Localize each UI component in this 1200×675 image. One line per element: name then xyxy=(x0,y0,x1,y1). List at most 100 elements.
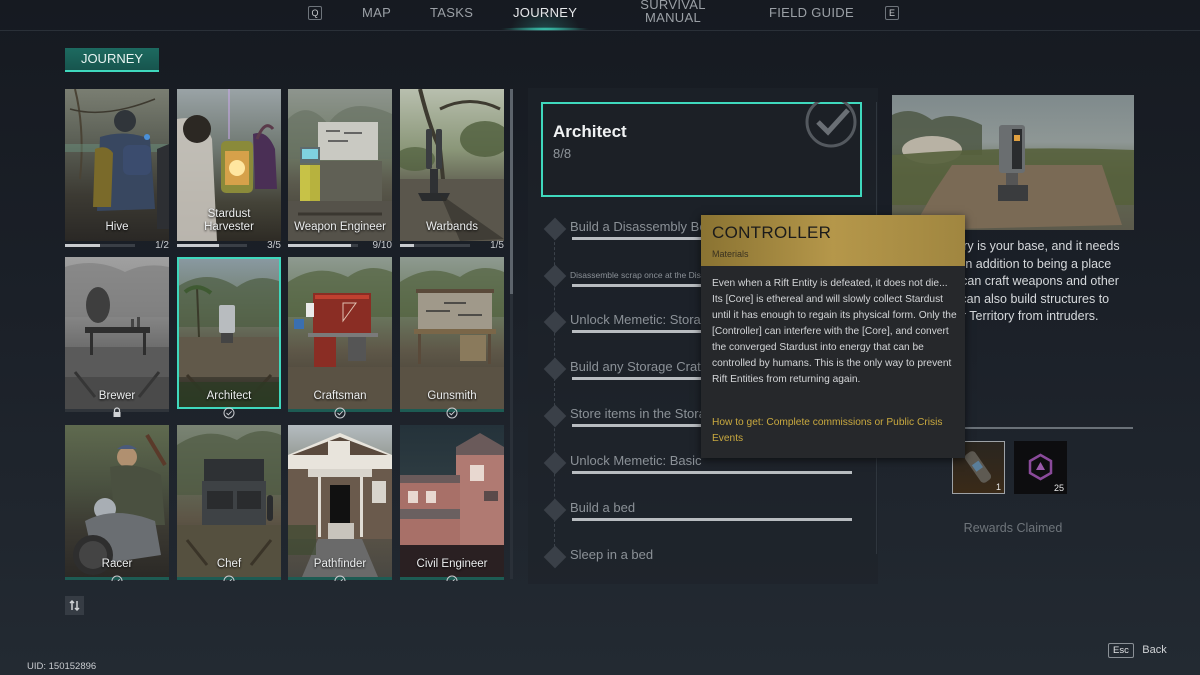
journey-card-craftsman[interactable]: Craftsman xyxy=(288,257,392,419)
journey-name: Brewer xyxy=(98,390,136,402)
racer-motorcycle-illustration xyxy=(73,433,167,575)
progress-bar xyxy=(177,244,247,247)
task-node-icon xyxy=(543,545,567,569)
lock-icon xyxy=(113,407,121,417)
journey-image xyxy=(400,89,504,241)
check-circle-icon xyxy=(111,575,123,581)
journey-card-brewer[interactable]: Brewer xyxy=(65,257,169,417)
grid-scrollbar[interactable] xyxy=(510,89,513,579)
brewer-barrel-illustration xyxy=(65,263,169,409)
progress-bar xyxy=(65,244,135,247)
progress-fill xyxy=(65,244,100,247)
tab-tasks[interactable]: TASKS xyxy=(430,5,473,20)
journey-card-pathfinder[interactable]: Pathfinder xyxy=(288,425,392,581)
journey-card-architect[interactable]: Architect xyxy=(177,257,281,419)
journey-image xyxy=(288,257,392,409)
tab-journey[interactable]: JOURNEY xyxy=(513,5,577,20)
journey-title: Architect xyxy=(553,122,627,141)
journey-name: Warbands xyxy=(426,221,478,233)
journey-card-weapon-engineer[interactable]: Weapon Engineer 9/10 xyxy=(288,89,392,251)
esc-key: Esc xyxy=(1108,643,1134,658)
task-item: Build a bed xyxy=(540,496,860,536)
rewards-status: Rewards Claimed xyxy=(963,521,1063,535)
sort-button[interactable] xyxy=(65,596,84,615)
progress-bar xyxy=(288,244,358,247)
journey-preview-image xyxy=(892,95,1134,230)
journey-image xyxy=(177,425,281,577)
task-node-icon xyxy=(543,264,567,288)
journey-name: Hive xyxy=(105,221,129,233)
task-label: Sleep in a bed xyxy=(570,547,654,562)
tooltip-header: CONTROLLER Materials xyxy=(701,215,965,266)
section-title: JOURNEY xyxy=(65,48,159,72)
journey-name: Stardust Harvester xyxy=(177,208,281,234)
chef-stove-illustration xyxy=(177,431,281,577)
tooltip-how-to-get: How to get: Complete commissions or Publ… xyxy=(712,417,943,444)
journey-image xyxy=(177,257,281,409)
pathfinder-house-illustration xyxy=(288,433,392,577)
gunsmith-bench-illustration xyxy=(400,268,504,409)
progress-fill xyxy=(400,244,414,247)
task-item: Sleep in a bed xyxy=(540,543,860,583)
journey-card-warbands[interactable]: Warbands 1/5 xyxy=(400,89,504,251)
journey-card-chef[interactable]: Chef xyxy=(177,425,281,581)
active-tab-indicator xyxy=(500,27,590,31)
journey-image xyxy=(400,425,504,577)
tooltip-item-category: Materials xyxy=(712,249,749,259)
journey-name: Architect xyxy=(206,390,252,402)
check-circle-icon xyxy=(446,575,458,581)
task-node-icon xyxy=(543,357,567,381)
tab-map[interactable]: MAP xyxy=(362,5,391,20)
journey-image xyxy=(65,89,169,241)
check-circle-icon xyxy=(446,407,458,419)
journey-card-hive[interactable]: Hive 1/2 xyxy=(65,89,169,251)
tab-field-guide[interactable]: FIELD GUIDE xyxy=(769,5,854,20)
journey-name-line2: Harvester xyxy=(204,221,254,233)
tab-survival-manual[interactable]: SURVIVAL MANUAL xyxy=(640,0,706,24)
task-label: Build any Storage Crate xyxy=(570,359,709,374)
task-node-icon xyxy=(543,217,567,241)
back-label: Back xyxy=(1142,644,1167,656)
prev-tab-key[interactable]: Q xyxy=(308,6,322,20)
journey-name: Weapon Engineer xyxy=(294,221,386,233)
check-circle-icon xyxy=(223,575,235,581)
progress-fill xyxy=(177,244,219,247)
architect-controller-illustration xyxy=(177,277,281,409)
reward-quantity: 1 xyxy=(995,482,1001,492)
journey-name: Racer xyxy=(101,558,133,570)
journey-image xyxy=(400,257,504,409)
item-tooltip: CONTROLLER Materials Even when a Rift En… xyxy=(701,215,965,458)
journey-name: Civil Engineer xyxy=(416,558,488,570)
task-node-icon xyxy=(543,498,567,522)
progress-count: 1/5 xyxy=(490,240,504,251)
craftsman-bench-illustration xyxy=(288,268,392,409)
journey-name: Pathfinder xyxy=(313,558,367,570)
task-label: Unlock Memetic: Storage xyxy=(570,312,716,327)
journey-card-stardust-harvester[interactable]: Stardust Harvester 3/5 xyxy=(177,89,281,251)
completed-check-icon xyxy=(805,102,857,148)
task-progress-bar xyxy=(572,471,852,474)
scrollbar-thumb[interactable] xyxy=(510,89,513,294)
task-node-icon xyxy=(543,451,567,475)
journey-name: Craftsman xyxy=(313,390,367,402)
reward-slot-stardust[interactable]: 25 xyxy=(1014,441,1067,494)
progress-fill xyxy=(288,244,351,247)
task-node-icon xyxy=(543,404,567,428)
journey-image xyxy=(288,89,392,241)
journey-name-line1: Stardust xyxy=(207,208,251,220)
hive-survivor-illustration xyxy=(65,89,169,229)
top-nav: Q MAP TASKS JOURNEY SURVIVAL MANUAL FIEL… xyxy=(0,0,1200,31)
back-button[interactable]: Esc Back xyxy=(1108,640,1167,658)
journey-card-gunsmith[interactable]: Gunsmith xyxy=(400,257,504,419)
next-tab-key[interactable]: E xyxy=(885,6,899,20)
civil-engineer-building-illustration xyxy=(400,433,504,577)
tooltip-item-name: CONTROLLER xyxy=(712,223,832,242)
tab-survival-manual-line2: MANUAL xyxy=(645,10,701,25)
journey-image xyxy=(288,425,392,577)
check-circle-icon xyxy=(334,407,346,419)
journey-image xyxy=(65,257,169,409)
journey-card-civil-engineer[interactable]: Civil Engineer xyxy=(400,425,504,581)
journey-card-racer[interactable]: Racer xyxy=(65,425,169,581)
controller-device-illustration xyxy=(892,111,1134,230)
user-id: UID: 150152896 xyxy=(27,661,97,672)
